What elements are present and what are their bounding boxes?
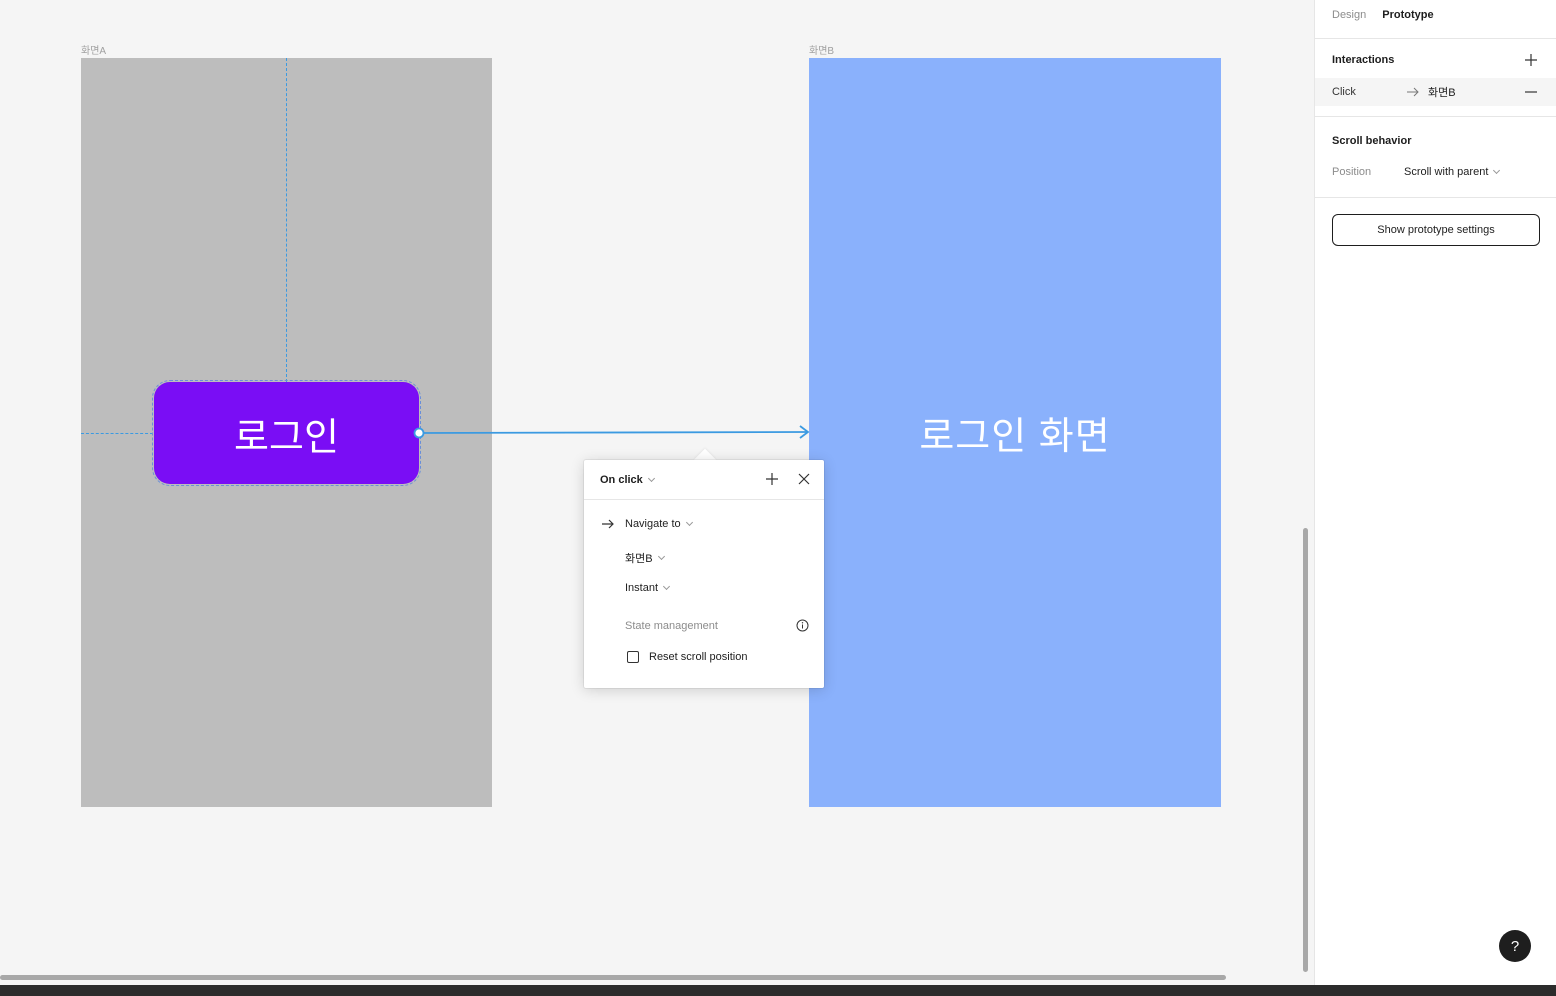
destination-select[interactable]: 화면B xyxy=(625,550,665,566)
properties-panel: Design Prototype Interactions Click 화면B … xyxy=(1314,0,1556,996)
show-prototype-settings-button[interactable]: Show prototype settings xyxy=(1332,214,1540,246)
divider xyxy=(1315,197,1556,198)
animation-select[interactable]: Instant xyxy=(625,582,671,594)
close-icon[interactable] xyxy=(796,471,812,487)
horizontal-scrollbar[interactable] xyxy=(0,975,1226,980)
destination-label: 화면B xyxy=(625,553,653,565)
add-interaction-plus-icon[interactable] xyxy=(1524,53,1538,67)
reset-scroll-row[interactable]: Reset scroll position xyxy=(627,651,747,663)
position-select[interactable]: Scroll with parent xyxy=(1404,166,1501,178)
tab-design[interactable]: Design xyxy=(1332,9,1366,21)
remove-interaction-minus-icon[interactable] xyxy=(1524,85,1538,99)
interaction-destination: 화면B xyxy=(1406,84,1456,100)
spacing-guide-horizontal xyxy=(81,433,153,434)
interactions-title: Interactions xyxy=(1332,54,1395,66)
divider xyxy=(1315,116,1556,117)
arrow-right-icon xyxy=(1407,87,1419,97)
arrow-right-icon xyxy=(602,519,614,529)
tab-prototype[interactable]: Prototype xyxy=(1382,9,1433,21)
scroll-behavior-title: Scroll behavior xyxy=(1332,135,1412,147)
popover-header: On click xyxy=(584,460,824,500)
bottom-bar xyxy=(0,985,1556,996)
help-button[interactable]: ? xyxy=(1499,930,1531,962)
chevron-down-icon xyxy=(1493,166,1501,175)
help-icon: ? xyxy=(1510,937,1520,955)
trigger-label: On click xyxy=(600,473,643,486)
action-row[interactable]: Navigate to xyxy=(601,518,693,530)
panel-tabs: Design Prototype xyxy=(1315,0,1556,30)
interaction-popover: On click Navigate to 화면B Instant State m… xyxy=(584,460,824,688)
login-button-label: 로그인 xyxy=(234,416,339,459)
state-management-label: State management xyxy=(625,619,718,632)
frame-a-label[interactable]: 화면A xyxy=(81,42,106,57)
frame-b[interactable]: 로그인 화면 xyxy=(809,58,1221,807)
login-button[interactable]: 로그인 xyxy=(152,380,421,486)
info-icon[interactable] xyxy=(796,619,809,632)
divider xyxy=(1315,38,1556,39)
position-label: Position xyxy=(1332,166,1372,178)
plus-icon[interactable] xyxy=(764,471,780,487)
animation-label: Instant xyxy=(625,582,659,594)
chevron-down-icon xyxy=(662,582,671,591)
interaction-destination-label: 화면B xyxy=(1428,87,1456,99)
interaction-trigger: Click xyxy=(1332,86,1356,98)
chevron-down-icon xyxy=(685,518,693,527)
chevron-down-icon xyxy=(657,552,665,561)
frame-b-label[interactable]: 화면B xyxy=(809,42,834,57)
reset-scroll-label: Reset scroll position xyxy=(649,651,748,663)
chevron-down-icon xyxy=(647,474,655,482)
vertical-scrollbar[interactable] xyxy=(1303,528,1308,972)
reset-scroll-checkbox[interactable] xyxy=(627,651,639,663)
spacing-guide-vertical xyxy=(286,58,287,382)
position-value: Scroll with parent xyxy=(1404,166,1489,178)
canvas[interactable]: 화면A 화면B 로그인 화면 로그인 On click Navigate to xyxy=(0,0,1314,996)
position-row: Position Scroll with parent xyxy=(1332,166,1501,178)
frame-b-title: 로그인 화면 xyxy=(919,416,1111,458)
interaction-item[interactable]: Click 화면B xyxy=(1315,78,1556,106)
state-management-row: State management xyxy=(625,619,809,632)
action-select[interactable]: Navigate to xyxy=(625,518,693,530)
connection-arrowhead xyxy=(799,425,810,439)
action-label: Navigate to xyxy=(625,518,681,530)
trigger-select[interactable]: On click xyxy=(600,473,655,486)
